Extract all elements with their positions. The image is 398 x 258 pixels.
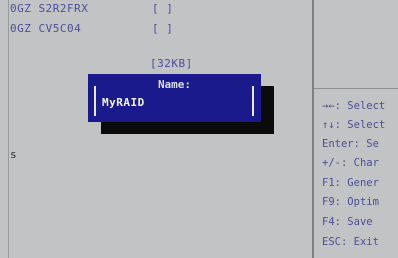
help-keys: +/-: bbox=[322, 157, 348, 169]
panel-divider bbox=[312, 0, 314, 258]
raid-size-value[interactable]: [32KB] bbox=[150, 57, 193, 70]
help-line: Enter: Se bbox=[322, 138, 379, 150]
dialog-right-bar bbox=[252, 86, 254, 116]
help-line: ESC: Exit bbox=[322, 236, 379, 248]
drive-checkbox[interactable]: [ ] bbox=[152, 22, 173, 35]
help-line: →←: Select bbox=[322, 100, 385, 112]
help-text: Save bbox=[347, 216, 373, 228]
bios-screen: 0GZ S2R2FRX [ ] 0GZ CV5C04 [ ] [32KB] s … bbox=[0, 0, 398, 258]
help-text: Gener bbox=[347, 177, 379, 189]
help-keys: ↑↓: bbox=[322, 119, 341, 131]
drive-checkbox[interactable]: [ ] bbox=[152, 2, 173, 15]
help-keys: ESC: bbox=[322, 236, 348, 248]
help-separator bbox=[314, 88, 398, 89]
help-line: F4: Save bbox=[322, 216, 373, 228]
help-keys: F9: bbox=[322, 196, 341, 208]
help-text: Exit bbox=[353, 236, 379, 248]
raid-name-input[interactable] bbox=[102, 94, 242, 110]
help-line: +/-: Char bbox=[322, 157, 379, 169]
help-keys: F4: bbox=[322, 216, 341, 228]
left-border bbox=[8, 0, 9, 258]
help-text: Optim bbox=[347, 196, 379, 208]
help-text: Select bbox=[347, 119, 386, 131]
help-keys: Enter: bbox=[322, 138, 360, 150]
help-line: ↑↓: Select bbox=[322, 119, 385, 131]
left-marker: s bbox=[10, 148, 17, 161]
help-keys: →←: bbox=[322, 100, 341, 112]
help-text: Se bbox=[366, 138, 379, 150]
help-line: F9: Optim bbox=[322, 196, 379, 208]
name-dialog: Name: bbox=[88, 74, 261, 122]
help-text: Select bbox=[347, 100, 386, 112]
help-keys: F1: bbox=[322, 177, 341, 189]
help-text: Char bbox=[353, 157, 379, 169]
dialog-left-bar bbox=[94, 86, 96, 116]
drive-name: 0GZ CV5C04 bbox=[10, 22, 82, 35]
dialog-title: Name: bbox=[157, 78, 192, 91]
help-line: F1: Gener bbox=[322, 177, 379, 189]
drive-name: 0GZ S2R2FRX bbox=[10, 2, 89, 15]
